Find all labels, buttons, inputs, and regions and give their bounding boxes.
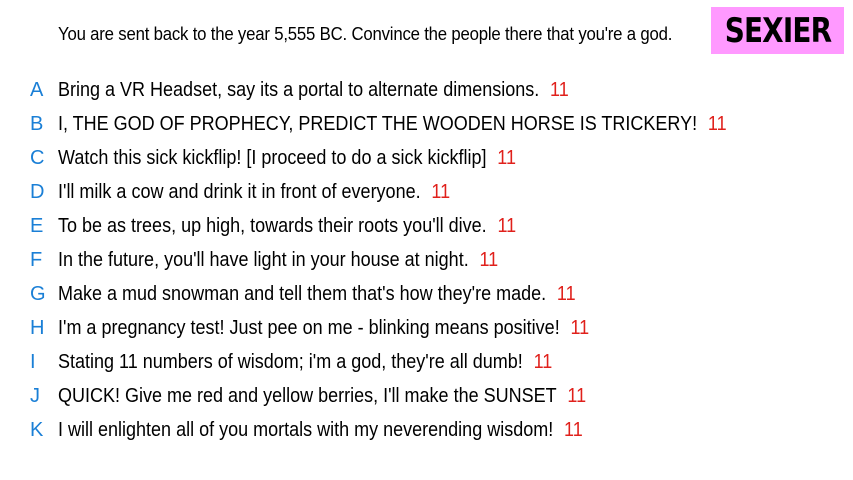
answer-row-h: H I'm a pregnancy test! Just pee on me -… — [0, 311, 853, 345]
answer-text: I'm a pregnancy test! Just pee on me - b… — [58, 317, 560, 339]
answer-letter: J — [30, 385, 40, 407]
answer-score: 11 — [570, 317, 590, 339]
answer-row-g: G Make a mud snowman and tell them that'… — [0, 277, 853, 311]
answer-body: In the future, you'll have light in your… — [58, 246, 498, 274]
answer-row-c: C Watch this sick kickflip! [I proceed t… — [0, 141, 853, 175]
answer-row-a: A Bring a VR Headset, say its a portal t… — [0, 73, 853, 107]
answer-body: I will enlighten all of you mortals with… — [58, 416, 583, 444]
answer-letter: D — [30, 181, 45, 203]
answer-letter: B — [30, 113, 44, 135]
answer-score: 11 — [707, 113, 727, 135]
answer-letter: K — [30, 419, 44, 441]
prompt-text: You are sent back to the year 5,555 BC. … — [58, 24, 673, 44]
answer-letter: F — [30, 249, 43, 271]
answer-score: 11 — [556, 283, 576, 305]
answer-score: 11 — [431, 181, 451, 203]
answer-body: Watch this sick kickflip! [I proceed to … — [58, 144, 516, 172]
answer-score: 11 — [550, 79, 569, 101]
answer-letter: A — [30, 79, 44, 101]
answer-text: In the future, you'll have light in your… — [58, 249, 469, 271]
answer-letter: C — [30, 147, 45, 169]
answer-score: 11 — [564, 419, 583, 441]
answer-row-b: B I, THE GOD OF PROPHECY, PREDICT THE WO… — [0, 107, 853, 141]
answer-score: 11 — [533, 351, 553, 373]
answer-body: Stating 11 numbers of wisdom; i'm a god,… — [58, 348, 552, 376]
answer-score: 11 — [497, 215, 517, 237]
answer-body: I'll milk a cow and drink it in front of… — [58, 178, 450, 206]
answer-row-k: K I will enlighten all of you mortals wi… — [0, 413, 853, 447]
answer-text: I will enlighten all of you mortals with… — [58, 419, 554, 441]
answer-text: Bring a VR Headset, say its a portal to … — [58, 79, 540, 101]
answer-letter: I — [30, 351, 36, 373]
answer-letter: E — [30, 215, 44, 237]
answer-body: QUICK! Give me red and yellow berries, I… — [58, 382, 586, 410]
answer-text: Make a mud snowman and tell them that's … — [58, 283, 547, 305]
answer-text: Watch this sick kickflip! [I proceed to … — [58, 147, 487, 169]
answer-score: 11 — [479, 249, 499, 271]
answer-score: 11 — [567, 385, 587, 407]
answer-letter: G — [30, 283, 46, 305]
category-badge: SEXIER — [711, 7, 844, 54]
answer-row-j: J QUICK! Give me red and yellow berries,… — [0, 379, 853, 413]
answer-body: I, THE GOD OF PROPHECY, PREDICT THE WOOD… — [58, 110, 727, 138]
answer-body: I'm a pregnancy test! Just pee on me - b… — [58, 314, 589, 342]
answer-list: A Bring a VR Headset, say its a portal t… — [0, 73, 853, 447]
answer-body: Bring a VR Headset, say its a portal to … — [58, 76, 569, 104]
answer-text: I'll milk a cow and drink it in front of… — [58, 181, 421, 203]
answer-letter: H — [30, 317, 45, 339]
answer-score: 11 — [497, 147, 516, 169]
category-badge-label: SEXIER — [724, 10, 831, 51]
answer-body: To be as trees, up high, towards their r… — [58, 212, 516, 240]
answer-row-e: E To be as trees, up high, towards their… — [0, 209, 853, 243]
answer-text: To be as trees, up high, towards their r… — [58, 215, 487, 237]
answer-body: Make a mud snowman and tell them that's … — [58, 280, 576, 308]
answer-text: I, THE GOD OF PROPHECY, PREDICT THE WOOD… — [58, 113, 698, 135]
answer-row-f: F In the future, you'll have light in yo… — [0, 243, 853, 277]
answer-text: QUICK! Give me red and yellow berries, I… — [58, 385, 557, 407]
answer-row-i: I Stating 11 numbers of wisdom; i'm a go… — [0, 345, 853, 379]
answer-text: Stating 11 numbers of wisdom; i'm a god,… — [58, 351, 523, 373]
answer-row-d: D I'll milk a cow and drink it in front … — [0, 175, 853, 209]
